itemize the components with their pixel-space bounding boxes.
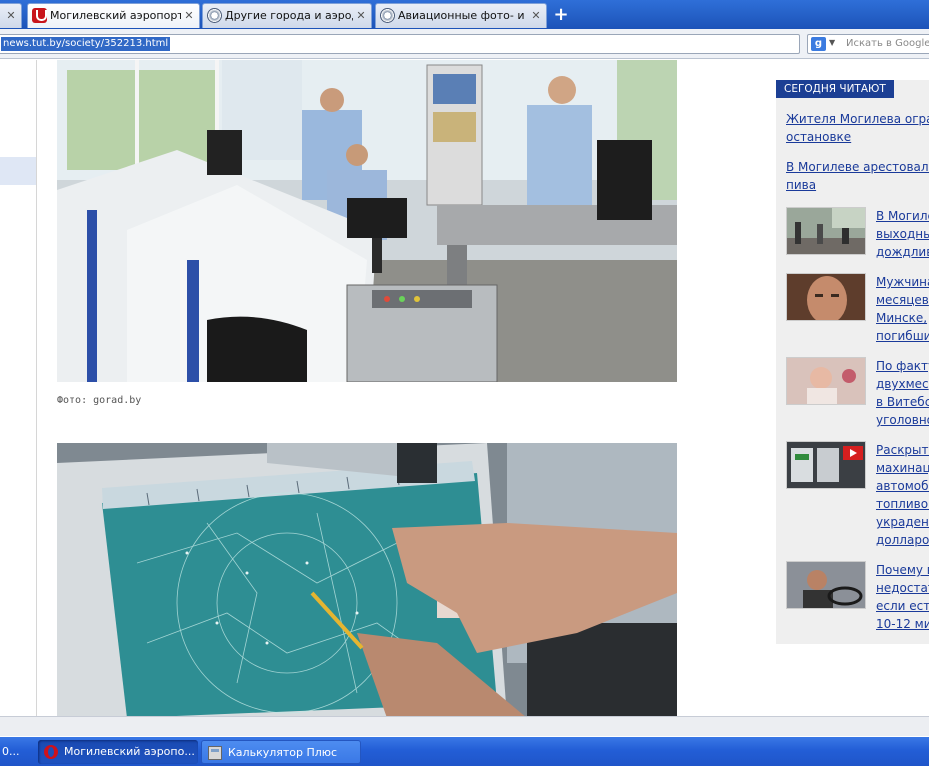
sidebar-link[interactable]: Жителя Могилева ограб (786, 110, 929, 128)
browser-tab[interactable]: Другие города и аэрод... ✕ (202, 3, 372, 28)
taskbar-item-truncated[interactable]: 0... (2, 740, 20, 764)
news-link[interactable]: долларов (876, 531, 929, 549)
news-link[interactable]: если ест (876, 597, 929, 615)
news-link[interactable]: махинаци (876, 459, 929, 477)
news-link[interactable]: уголовно (876, 411, 929, 429)
news-thumbnail[interactable] (786, 561, 866, 609)
news-link[interactable]: выходны (876, 225, 929, 243)
news-thumbnail[interactable] (786, 441, 866, 489)
tab-title: Другие города и аэрод... (225, 9, 353, 22)
close-icon[interactable]: ✕ (5, 4, 17, 27)
taskbar-item-calculator[interactable]: Калькулятор Плюс (201, 740, 361, 764)
news-link[interactable]: автомоби (876, 477, 929, 495)
tab-title: Могилевский аэропорт ... (50, 9, 181, 22)
close-icon[interactable]: ✕ (530, 4, 542, 27)
sidebar-link[interactable]: пива (786, 176, 929, 194)
opera-icon (32, 8, 47, 23)
plane-favicon-icon (207, 8, 222, 23)
news-thumbnail[interactable] (786, 357, 866, 405)
news-link[interactable]: Мужчина (876, 273, 929, 291)
search-placeholder: Искать в Google (846, 38, 929, 49)
news-link[interactable]: погибши (876, 327, 929, 345)
taskbar-item-label: Могилевский аэропо... (64, 745, 195, 758)
sidebar-popular: СЕГОДНЯ ЧИТАЮТ Жителя Могилева ограб ост… (776, 80, 929, 644)
horizontal-scrollbar[interactable] (0, 716, 929, 736)
calculator-icon (208, 746, 222, 760)
browser-tab-active[interactable]: Могилевский аэропорт ... ✕ (27, 3, 200, 28)
url-text: news.tut.by/society/352213.html (1, 37, 171, 51)
news-thumbnail[interactable] (786, 207, 866, 255)
news-link[interactable]: двухмес (876, 375, 929, 393)
taskbar-item-browser[interactable]: Могилевский аэропо... (38, 740, 198, 764)
page-viewport: Фото: gorad.by СЕГОДНЯ ЧИТАЮТ Жителя Мог… (0, 60, 929, 716)
url-input[interactable]: news.tut.by/society/352213.html (0, 34, 800, 54)
search-input[interactable]: g ▼ Искать в Google (807, 34, 929, 54)
address-bar: news.tut.by/society/352213.html g ▼ Иска… (0, 29, 929, 59)
news-link[interactable]: в Витебс (876, 393, 929, 411)
plane-favicon-icon (380, 8, 395, 23)
news-thumbnail[interactable] (786, 273, 866, 321)
left-nav-item-selected[interactable] (0, 157, 36, 185)
new-tab-button[interactable]: + (551, 5, 571, 25)
windows-taskbar: 0... Могилевский аэропо... Калькулятор П… (0, 737, 929, 766)
browser-tab-bar: ✕ Могилевский аэропорт ... ✕ Другие горо… (0, 0, 929, 29)
news-link[interactable]: дождлив (876, 243, 929, 261)
article-photo-radar-screen (57, 443, 677, 716)
news-link[interactable]: украденн (876, 513, 929, 531)
sidebar-link[interactable]: В Могилеве арестовали (786, 158, 929, 176)
opera-icon (44, 745, 58, 759)
article-photo-control-room (57, 60, 677, 382)
news-link[interactable]: 10-12 мил (876, 615, 929, 633)
news-link[interactable]: Раскрыта (876, 441, 929, 459)
left-nav (0, 60, 37, 716)
sidebar-heading: СЕГОДНЯ ЧИТАЮТ (776, 80, 894, 98)
photo-caption: Фото: gorad.by (57, 395, 142, 406)
google-icon[interactable]: g (811, 37, 826, 51)
news-link[interactable]: По факту (876, 357, 929, 375)
news-link[interactable]: Почему в (876, 561, 929, 579)
news-link[interactable]: топливом (876, 495, 929, 513)
news-link[interactable]: месяцев (876, 291, 929, 309)
close-icon[interactable]: ✕ (355, 4, 367, 27)
browser-tab[interactable]: Авиационные фото- и и... ✕ (375, 3, 547, 28)
news-link[interactable]: Минске, (876, 309, 929, 327)
news-link[interactable]: В Могиле (876, 207, 929, 225)
close-icon[interactable]: ✕ (183, 4, 195, 27)
browser-tab[interactable]: ✕ (0, 3, 22, 28)
sidebar-link[interactable]: остановке (786, 128, 929, 146)
taskbar-item-label: Калькулятор Плюс (228, 746, 338, 759)
news-link[interactable]: недостат (876, 579, 929, 597)
chevron-down-icon[interactable]: ▼ (829, 38, 835, 47)
tab-title: Авиационные фото- и и... (398, 9, 528, 22)
